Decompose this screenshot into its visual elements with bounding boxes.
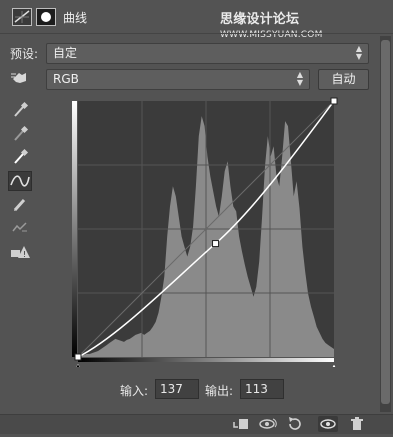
preset-value: 自定 [53, 46, 78, 60]
output-field[interactable]: 113 [240, 379, 284, 399]
panel-title: 曲线 [63, 11, 88, 25]
black-point-slider[interactable] [74, 363, 82, 367]
pencil-icon[interactable] [8, 195, 32, 215]
channel-select[interactable]: RGB ▲ ▼ [46, 69, 310, 90]
select-arrows-icon: ▲ ▼ [355, 44, 362, 61]
black-eyedropper-icon[interactable] [8, 100, 32, 120]
select-arrows-icon: ▲ ▼ [296, 70, 303, 87]
white-point-slider[interactable] [330, 363, 338, 367]
curve-point[interactable] [330, 97, 338, 105]
gray-eyedropper-icon[interactable] [8, 124, 32, 144]
scrollbar-thumb[interactable] [381, 40, 390, 404]
input-gradient-bar [78, 358, 334, 362]
input-label: 输入: [120, 384, 149, 398]
svg-text:!: ! [23, 250, 26, 259]
target-adjust-icon[interactable] [8, 69, 32, 89]
preset-label: 预设: [10, 47, 39, 61]
preset-select[interactable]: 自定 ▲ ▼ [46, 43, 369, 64]
scrollbar[interactable] [380, 36, 391, 412]
auto-button[interactable]: 自动 [318, 69, 369, 90]
smooth-icon[interactable] [8, 218, 32, 238]
clip-to-layer-icon[interactable] [231, 416, 251, 432]
output-gradient-bar [72, 101, 77, 357]
reset-icon[interactable] [285, 416, 305, 432]
output-label: 输出: [205, 384, 234, 398]
curve-edit-icon[interactable] [8, 171, 32, 191]
watermark: 思缘设计论坛 WWW.MISSYUAN.COM [220, 12, 323, 40]
delete-icon[interactable] [347, 416, 367, 432]
curve-point[interactable] [74, 353, 82, 361]
header-divider [0, 33, 393, 34]
input-field[interactable]: 137 [155, 379, 199, 399]
white-eyedropper-icon[interactable] [8, 147, 32, 167]
clipping-warning-icon[interactable]: ! [8, 243, 32, 263]
curve-graph[interactable] [72, 97, 338, 367]
visibility-icon[interactable] [318, 416, 338, 432]
adjustment-layer-icon [12, 8, 32, 26]
layer-mask-icon [36, 8, 56, 26]
channel-value: RGB [53, 72, 79, 86]
view-previous-icon[interactable] [258, 416, 278, 432]
curve-point[interactable] [212, 240, 220, 248]
